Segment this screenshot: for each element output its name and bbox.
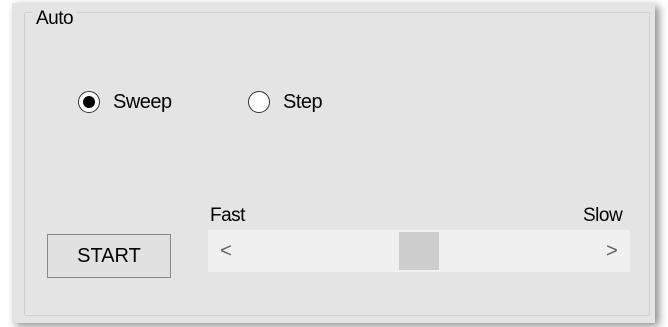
scrollbar-thumb[interactable] <box>399 232 439 270</box>
speed-fast-label: Fast <box>210 205 245 226</box>
chevron-right-icon[interactable]: > <box>598 230 626 272</box>
speed-slow-label: Slow <box>583 205 623 226</box>
step-radio-circle[interactable] <box>248 91 270 113</box>
start-button[interactable]: START <box>47 234 171 278</box>
group-title: Auto <box>32 8 78 30</box>
step-radio-label[interactable]: Step <box>283 91 323 114</box>
speed-scrollbar[interactable]: < > <box>208 230 630 272</box>
sweep-radio[interactable]: Sweep <box>78 88 172 116</box>
step-radio[interactable]: Step <box>248 88 323 116</box>
sweep-radio-label[interactable]: Sweep <box>113 91 172 114</box>
chevron-left-icon[interactable]: < <box>212 230 240 272</box>
window: Auto Sweep Step Fast Slow START < > <box>0 0 668 327</box>
sweep-radio-circle[interactable] <box>78 91 100 113</box>
sweep-radio-dot <box>83 96 95 108</box>
